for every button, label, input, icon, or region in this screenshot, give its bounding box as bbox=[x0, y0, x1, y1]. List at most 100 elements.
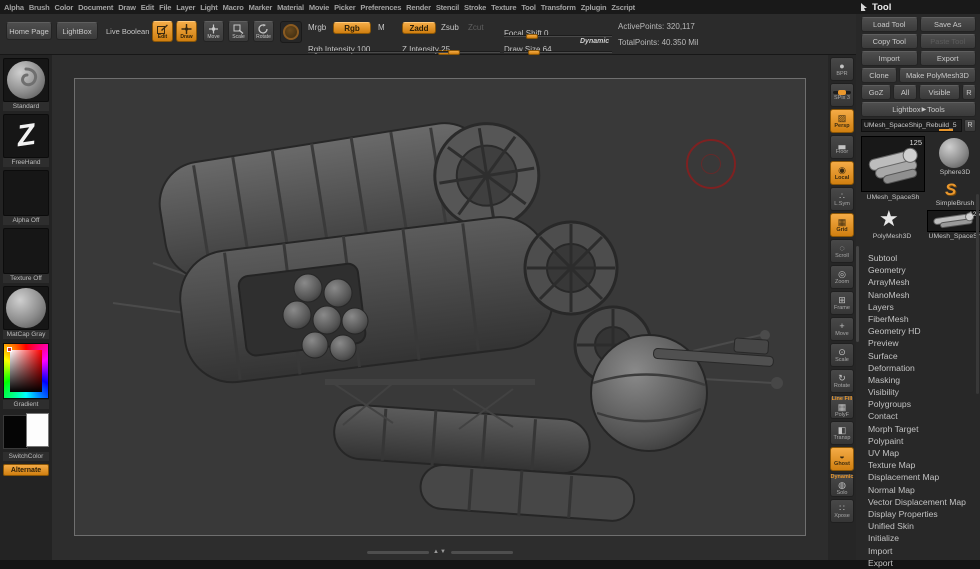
bpr-button[interactable]: ●BPR bbox=[830, 57, 854, 81]
copy-tool-button[interactable]: Copy Tool bbox=[861, 34, 918, 49]
zsub-button[interactable]: Zsub bbox=[441, 23, 459, 32]
local-button[interactable]: ◉Local bbox=[830, 161, 854, 185]
tool-section[interactable]: Preview bbox=[861, 337, 976, 349]
all-button[interactable]: All bbox=[893, 85, 917, 100]
grid-button[interactable]: ▦Grid bbox=[830, 213, 854, 237]
home-page-button[interactable]: Home Page bbox=[6, 22, 52, 40]
tool-section[interactable]: Vector Displacement Map bbox=[861, 496, 976, 508]
current-texture-thumbnail[interactable]: Texture Off bbox=[3, 228, 49, 283]
tool-section[interactable]: Export bbox=[861, 557, 976, 569]
tool-section[interactable]: Initialize bbox=[861, 532, 976, 544]
transp-button[interactable]: ◧Transp bbox=[830, 421, 854, 445]
tool-section[interactable]: Morph Target bbox=[861, 423, 976, 435]
menu-item[interactable]: Document bbox=[78, 3, 113, 12]
menu-item[interactable]: Brush bbox=[29, 3, 50, 12]
scroll-button[interactable]: ◌Scroll bbox=[830, 239, 854, 263]
import-button[interactable]: Import bbox=[861, 51, 918, 66]
secondary-color-swatch[interactable] bbox=[26, 413, 49, 447]
menu-item[interactable]: Color bbox=[55, 3, 74, 12]
menu-item[interactable]: Edit bbox=[141, 3, 154, 12]
panel-scrollbar[interactable] bbox=[856, 246, 859, 342]
draw-size-handle[interactable] bbox=[528, 50, 540, 55]
goz-button[interactable]: GoZ bbox=[861, 85, 891, 100]
tool-section[interactable]: Unified Skin bbox=[861, 520, 976, 532]
scale-button[interactable]: Scale bbox=[228, 21, 249, 42]
solo-button[interactable]: Dynamic◍Solo bbox=[830, 473, 854, 497]
lightbox-button[interactable]: LightBox bbox=[56, 22, 98, 40]
alternate-button[interactable]: Alternate bbox=[3, 464, 49, 476]
tool-section[interactable]: Layers bbox=[861, 301, 976, 313]
xpose-button[interactable]: ∷Xpose bbox=[830, 499, 854, 523]
floor-button[interactable]: ▃Floor bbox=[830, 135, 854, 159]
menu-item[interactable]: Macro bbox=[223, 3, 244, 12]
persp-button[interactable]: ▨Persp bbox=[830, 109, 854, 133]
visible-button[interactable]: Visible bbox=[919, 85, 960, 100]
menu-item[interactable]: Tool bbox=[521, 3, 535, 12]
polymesh3d-tool[interactable]: ★ bbox=[879, 208, 899, 230]
save-as-button[interactable]: Save As bbox=[920, 17, 977, 32]
menu-item[interactable]: Alpha bbox=[4, 3, 24, 12]
umesh-spaceship-tool[interactable]: 125 bbox=[927, 210, 980, 232]
main-color-swatch[interactable] bbox=[3, 415, 28, 449]
rotate-button[interactable]: ↻Rotate bbox=[830, 369, 854, 393]
tool-section[interactable]: Import bbox=[861, 545, 976, 557]
ghost-button[interactable]: ◒Ghost bbox=[830, 447, 854, 471]
tool-section[interactable]: Contact bbox=[861, 410, 976, 422]
frame-button[interactable]: ⊞Frame bbox=[830, 291, 854, 315]
tool-section[interactable]: UV Map bbox=[861, 447, 976, 459]
current-material-thumbnail[interactable]: MatCap Gray bbox=[3, 286, 49, 339]
menu-item[interactable]: Transform bbox=[541, 3, 576, 12]
paste-tool-button[interactable]: Paste Tool bbox=[920, 34, 977, 49]
tray-up-icon[interactable]: ▲ bbox=[433, 549, 440, 555]
tool-section[interactable]: Polygroups bbox=[861, 398, 976, 410]
lsym-button[interactable]: ∴L.Sym bbox=[830, 187, 854, 211]
menu-item[interactable]: Stroke bbox=[464, 3, 486, 12]
menu-item[interactable]: Draw bbox=[118, 3, 136, 12]
z-intensity-slider[interactable]: Z Intensity 25 bbox=[402, 39, 500, 53]
edit-button[interactable]: Edit bbox=[152, 21, 173, 42]
tool-name-r-button[interactable]: R bbox=[964, 119, 976, 132]
tool-section[interactable]: FiberMesh bbox=[861, 313, 976, 325]
tool-section[interactable]: Texture Map bbox=[861, 459, 976, 471]
tool-section[interactable]: Geometry bbox=[861, 264, 976, 276]
menu-item[interactable]: Preferences bbox=[360, 3, 401, 12]
scale-button[interactable]: ⊙Scale bbox=[830, 343, 854, 367]
menu-item[interactable]: File bbox=[159, 3, 171, 12]
make-polymesh3d-button[interactable]: Make PolyMesh3D bbox=[899, 68, 976, 83]
bottom-tray-handle[interactable]: ▲▼ bbox=[367, 549, 513, 555]
tool-section[interactable]: Surface bbox=[861, 350, 976, 362]
menu-item[interactable]: Render bbox=[406, 3, 431, 12]
zcut-button[interactable]: Zcut bbox=[468, 23, 484, 32]
move-button[interactable]: +Move bbox=[830, 317, 854, 341]
zoom-button[interactable]: ◎Zoom bbox=[830, 265, 854, 289]
document-area[interactable] bbox=[74, 78, 806, 536]
rgb-button[interactable]: Rgb bbox=[333, 22, 371, 34]
tool-section[interactable]: Subtool bbox=[861, 252, 976, 264]
gradient-label[interactable]: Gradient bbox=[3, 400, 49, 409]
menu-item[interactable]: Zscript bbox=[611, 3, 635, 12]
tool-section[interactable]: ArrayMesh bbox=[861, 276, 976, 288]
menu-item[interactable]: Light bbox=[200, 3, 217, 12]
viewport[interactable]: ▲▼ bbox=[52, 55, 828, 560]
tool-section[interactable]: Display Properties bbox=[861, 508, 976, 520]
tool-section[interactable]: Geometry HD bbox=[861, 325, 976, 337]
tool-section[interactable]: Deformation bbox=[861, 362, 976, 374]
current-stroke-thumbnail[interactable]: Z FreeHand bbox=[3, 114, 49, 167]
spix-button[interactable]: SPix 3 bbox=[830, 83, 854, 107]
menu-item[interactable]: Picker bbox=[334, 3, 355, 12]
load-tool-button[interactable]: Load Tool bbox=[861, 17, 918, 32]
active-tool-thumbnail[interactable]: 125 bbox=[861, 136, 925, 192]
m-button[interactable]: M bbox=[378, 23, 385, 32]
menu-item[interactable]: Layer bbox=[176, 3, 195, 12]
tool-section[interactable]: Normal Map bbox=[861, 484, 976, 496]
tool-section[interactable]: NanoMesh bbox=[861, 289, 976, 301]
active-tool-name-field[interactable]: UMesh_SpaceShip_Rebuild_5 bbox=[861, 119, 962, 132]
menu-item[interactable]: Zplugin bbox=[581, 3, 607, 12]
lightbox-tools-button[interactable]: Lightbox ▶ Tools bbox=[861, 102, 976, 117]
polyf-button[interactable]: Line Fill▦PolyF bbox=[830, 395, 854, 419]
z-intensity-handle[interactable] bbox=[448, 50, 460, 55]
mrgb-button[interactable]: Mrgb bbox=[308, 23, 326, 32]
brush-stroke-preview[interactable] bbox=[280, 21, 302, 43]
clone-button[interactable]: Clone bbox=[861, 68, 897, 83]
menu-item[interactable]: Marker bbox=[249, 3, 272, 12]
